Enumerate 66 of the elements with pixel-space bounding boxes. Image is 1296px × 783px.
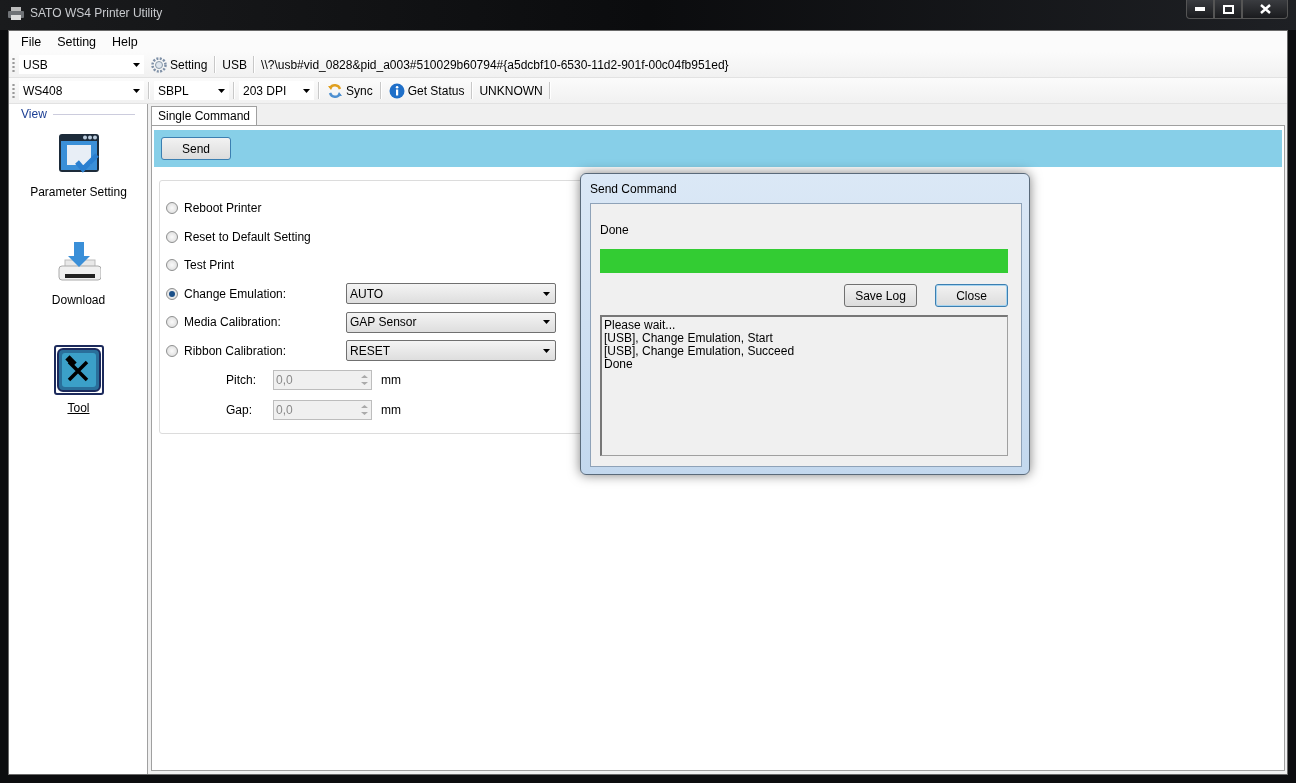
- radio-label[interactable]: Ribbon Calibration:: [184, 343, 287, 358]
- save-log-button[interactable]: Save Log: [844, 284, 917, 307]
- radio-button[interactable]: [166, 230, 178, 243]
- download-printer-icon: [56, 240, 101, 284]
- close-button[interactable]: [1242, 0, 1288, 19]
- radio-label[interactable]: Test Print: [184, 258, 234, 273]
- option-dropdown[interactable]: RESET: [346, 340, 556, 362]
- radio-label[interactable]: Media Calibration:: [184, 315, 281, 330]
- tab[interactable]: Single Command: [151, 106, 258, 125]
- info-icon: [388, 82, 405, 99]
- field-label: Pitch:: [225, 373, 257, 387]
- field-label: Gap:: [225, 403, 253, 417]
- port-dropdown[interactable]: USB: [19, 55, 144, 74]
- option-dropdown[interactable]: GAP Sensor: [346, 311, 556, 333]
- caret-icon: [303, 88, 310, 93]
- log-line: Please wait...: [604, 319, 677, 332]
- radio-button[interactable]: [166, 287, 178, 300]
- radio-button[interactable]: [166, 202, 178, 215]
- window-title: SATO WS4 Printer Utility: [30, 6, 163, 20]
- status-text: Done: [600, 223, 630, 237]
- log-line: [USB], Change Emulation, Succeed: [604, 345, 796, 358]
- radio-button[interactable]: [166, 259, 178, 272]
- resolution-dropdown[interactable]: 203 DPI: [239, 81, 314, 100]
- sync-button[interactable]: Sync: [324, 80, 376, 101]
- option-dropdown[interactable]: AUTO: [346, 283, 556, 305]
- close-icon: [1259, 4, 1271, 14]
- menu-item[interactable]: File: [13, 34, 50, 49]
- radio-button[interactable]: [166, 344, 178, 357]
- send-button[interactable]: Send: [161, 137, 231, 160]
- radio-label[interactable]: Reset to Default Setting: [184, 229, 311, 244]
- setting-button[interactable]: Setting: [148, 54, 211, 75]
- caret-icon: [133, 88, 140, 93]
- printer-icon: [8, 6, 24, 20]
- menu-item[interactable]: Help: [104, 34, 146, 49]
- menu-item[interactable]: Setting: [49, 34, 105, 49]
- log-line: [USB], Change Emulation, Start: [604, 332, 774, 345]
- gear-icon: [151, 56, 167, 73]
- radio-label[interactable]: Reboot Printer: [184, 201, 262, 216]
- minimize-icon: [1195, 7, 1205, 11]
- view-heading: View: [21, 107, 47, 121]
- sidebar-item[interactable]: Download: [9, 237, 148, 307]
- model-dropdown[interactable]: WS408: [19, 81, 144, 100]
- radio-label[interactable]: Change Emulation:: [184, 286, 287, 301]
- sync-icon: [327, 82, 343, 99]
- status-text: UNKNOWN: [478, 83, 544, 98]
- sidebar-item[interactable]: Parameter Setting: [9, 129, 148, 199]
- caret-icon: [543, 348, 550, 353]
- sidebar-item[interactable]: Tool: [9, 345, 148, 415]
- caret-icon: [133, 62, 140, 67]
- tool-icon: [56, 348, 101, 392]
- unit-label: mm: [381, 403, 401, 417]
- language-dropdown[interactable]: SBPL: [154, 81, 229, 100]
- maximize-icon: [1222, 4, 1234, 14]
- log-line: Done: [604, 358, 633, 371]
- unit-label: mm: [381, 373, 401, 387]
- caret-icon: [218, 88, 225, 93]
- radio-button[interactable]: [166, 316, 178, 329]
- maximize-button[interactable]: [1214, 0, 1242, 19]
- port-label: USB: [221, 57, 249, 72]
- device-path: \\?\usb#vid_0828&pid_a003#510029b60794#{a5dcbf10-6530-11d2-901f-00c04fb951ed}: [260, 57, 730, 72]
- dialog-title: Send Command: [590, 181, 677, 196]
- caret-icon: [543, 320, 550, 325]
- caret-icon: [543, 291, 550, 296]
- close-button[interactable]: Close: [935, 284, 1008, 307]
- minimize-button[interactable]: [1186, 0, 1214, 19]
- get-status-button[interactable]: Get Status: [385, 80, 468, 101]
